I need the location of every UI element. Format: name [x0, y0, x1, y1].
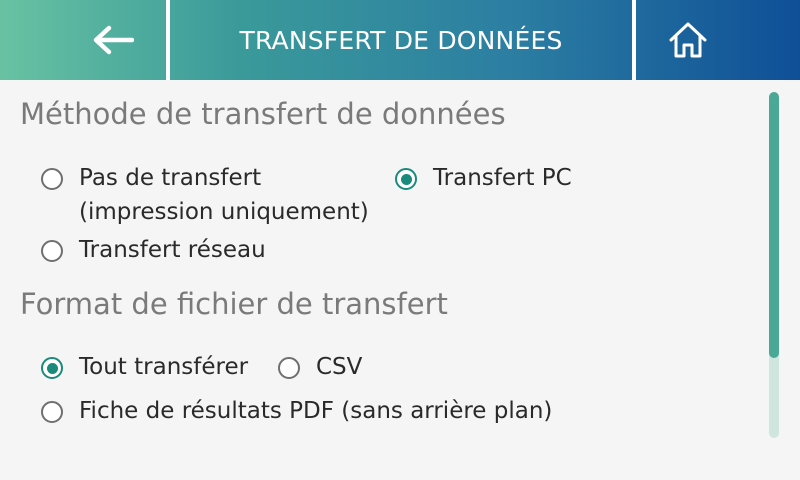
section-title-transfer-method: Méthode de transfert de données: [20, 97, 506, 131]
radio-label: Pas de transfert (impression uniquement): [79, 161, 369, 229]
radio-transfer-all[interactable]: Tout transférer: [41, 354, 248, 384]
radio-label: Transfert réseau: [79, 237, 266, 263]
header-bar: TRANSFERT DE DONNÉES: [0, 0, 800, 80]
radio-button[interactable]: [41, 168, 63, 190]
radio-no-transfer[interactable]: Pas de transfert (impression uniquement): [41, 165, 369, 229]
home-button[interactable]: [636, 0, 800, 80]
radio-label: Transfert PC: [433, 165, 572, 191]
radio-label: Tout transférer: [79, 354, 249, 380]
page-title: TRANSFERT DE DONNÉES: [239, 25, 563, 55]
radio-pdf-report[interactable]: Fiche de résultats PDF (sans arrière pla…: [41, 398, 552, 428]
radio-csv[interactable]: CSV: [278, 354, 362, 384]
radio-network-transfer[interactable]: Transfert réseau: [41, 237, 266, 267]
scrollbar-track[interactable]: [769, 92, 779, 438]
arrow-left-icon: [93, 25, 134, 55]
radio-pc-transfer[interactable]: Transfert PC: [395, 165, 572, 195]
radio-label: CSV: [316, 354, 363, 380]
radio-button[interactable]: [41, 240, 63, 262]
scrollbar-thumb[interactable]: [769, 92, 779, 358]
radio-button[interactable]: [41, 401, 63, 423]
section-title-file-format: Format de fichier de transfert: [20, 287, 448, 321]
home-icon: [669, 22, 707, 58]
radio-button[interactable]: [278, 357, 300, 379]
back-button[interactable]: [0, 0, 166, 80]
radio-label-line1: Pas de transfert: [79, 165, 262, 191]
radio-label-line2: (impression uniquement): [79, 199, 369, 225]
radio-label: Fiche de résultats PDF (sans arrière pla…: [79, 398, 553, 424]
radio-button-selected[interactable]: [395, 168, 417, 190]
radio-button-selected[interactable]: [41, 357, 63, 379]
